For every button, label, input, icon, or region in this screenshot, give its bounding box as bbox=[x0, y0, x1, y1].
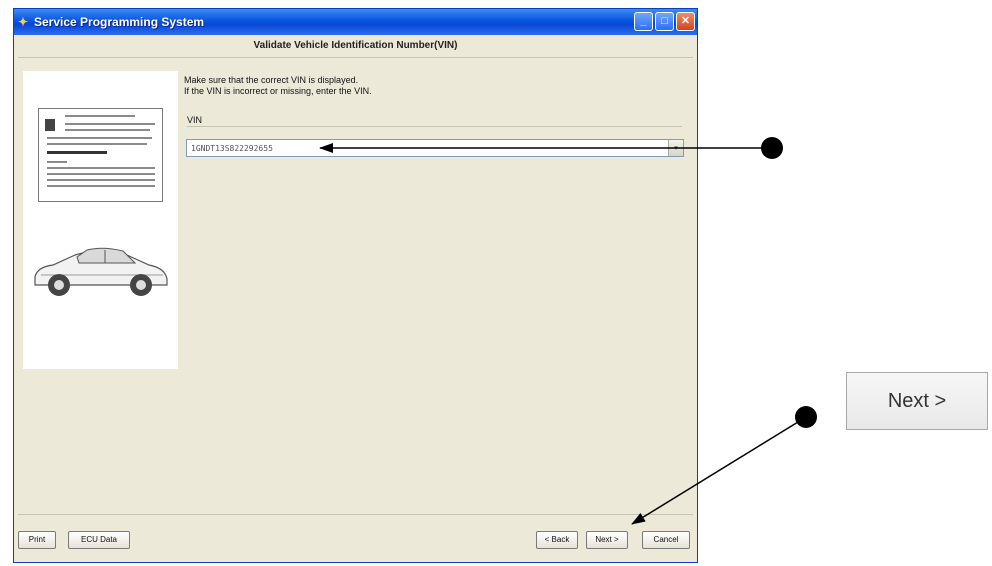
next-callout-arrow bbox=[631, 421, 799, 525]
next-button-zoom: Next > bbox=[846, 372, 988, 430]
callout-arrows bbox=[319, 137, 817, 525]
next-callout-dot bbox=[795, 406, 817, 428]
vin-callout-dot bbox=[761, 137, 783, 159]
